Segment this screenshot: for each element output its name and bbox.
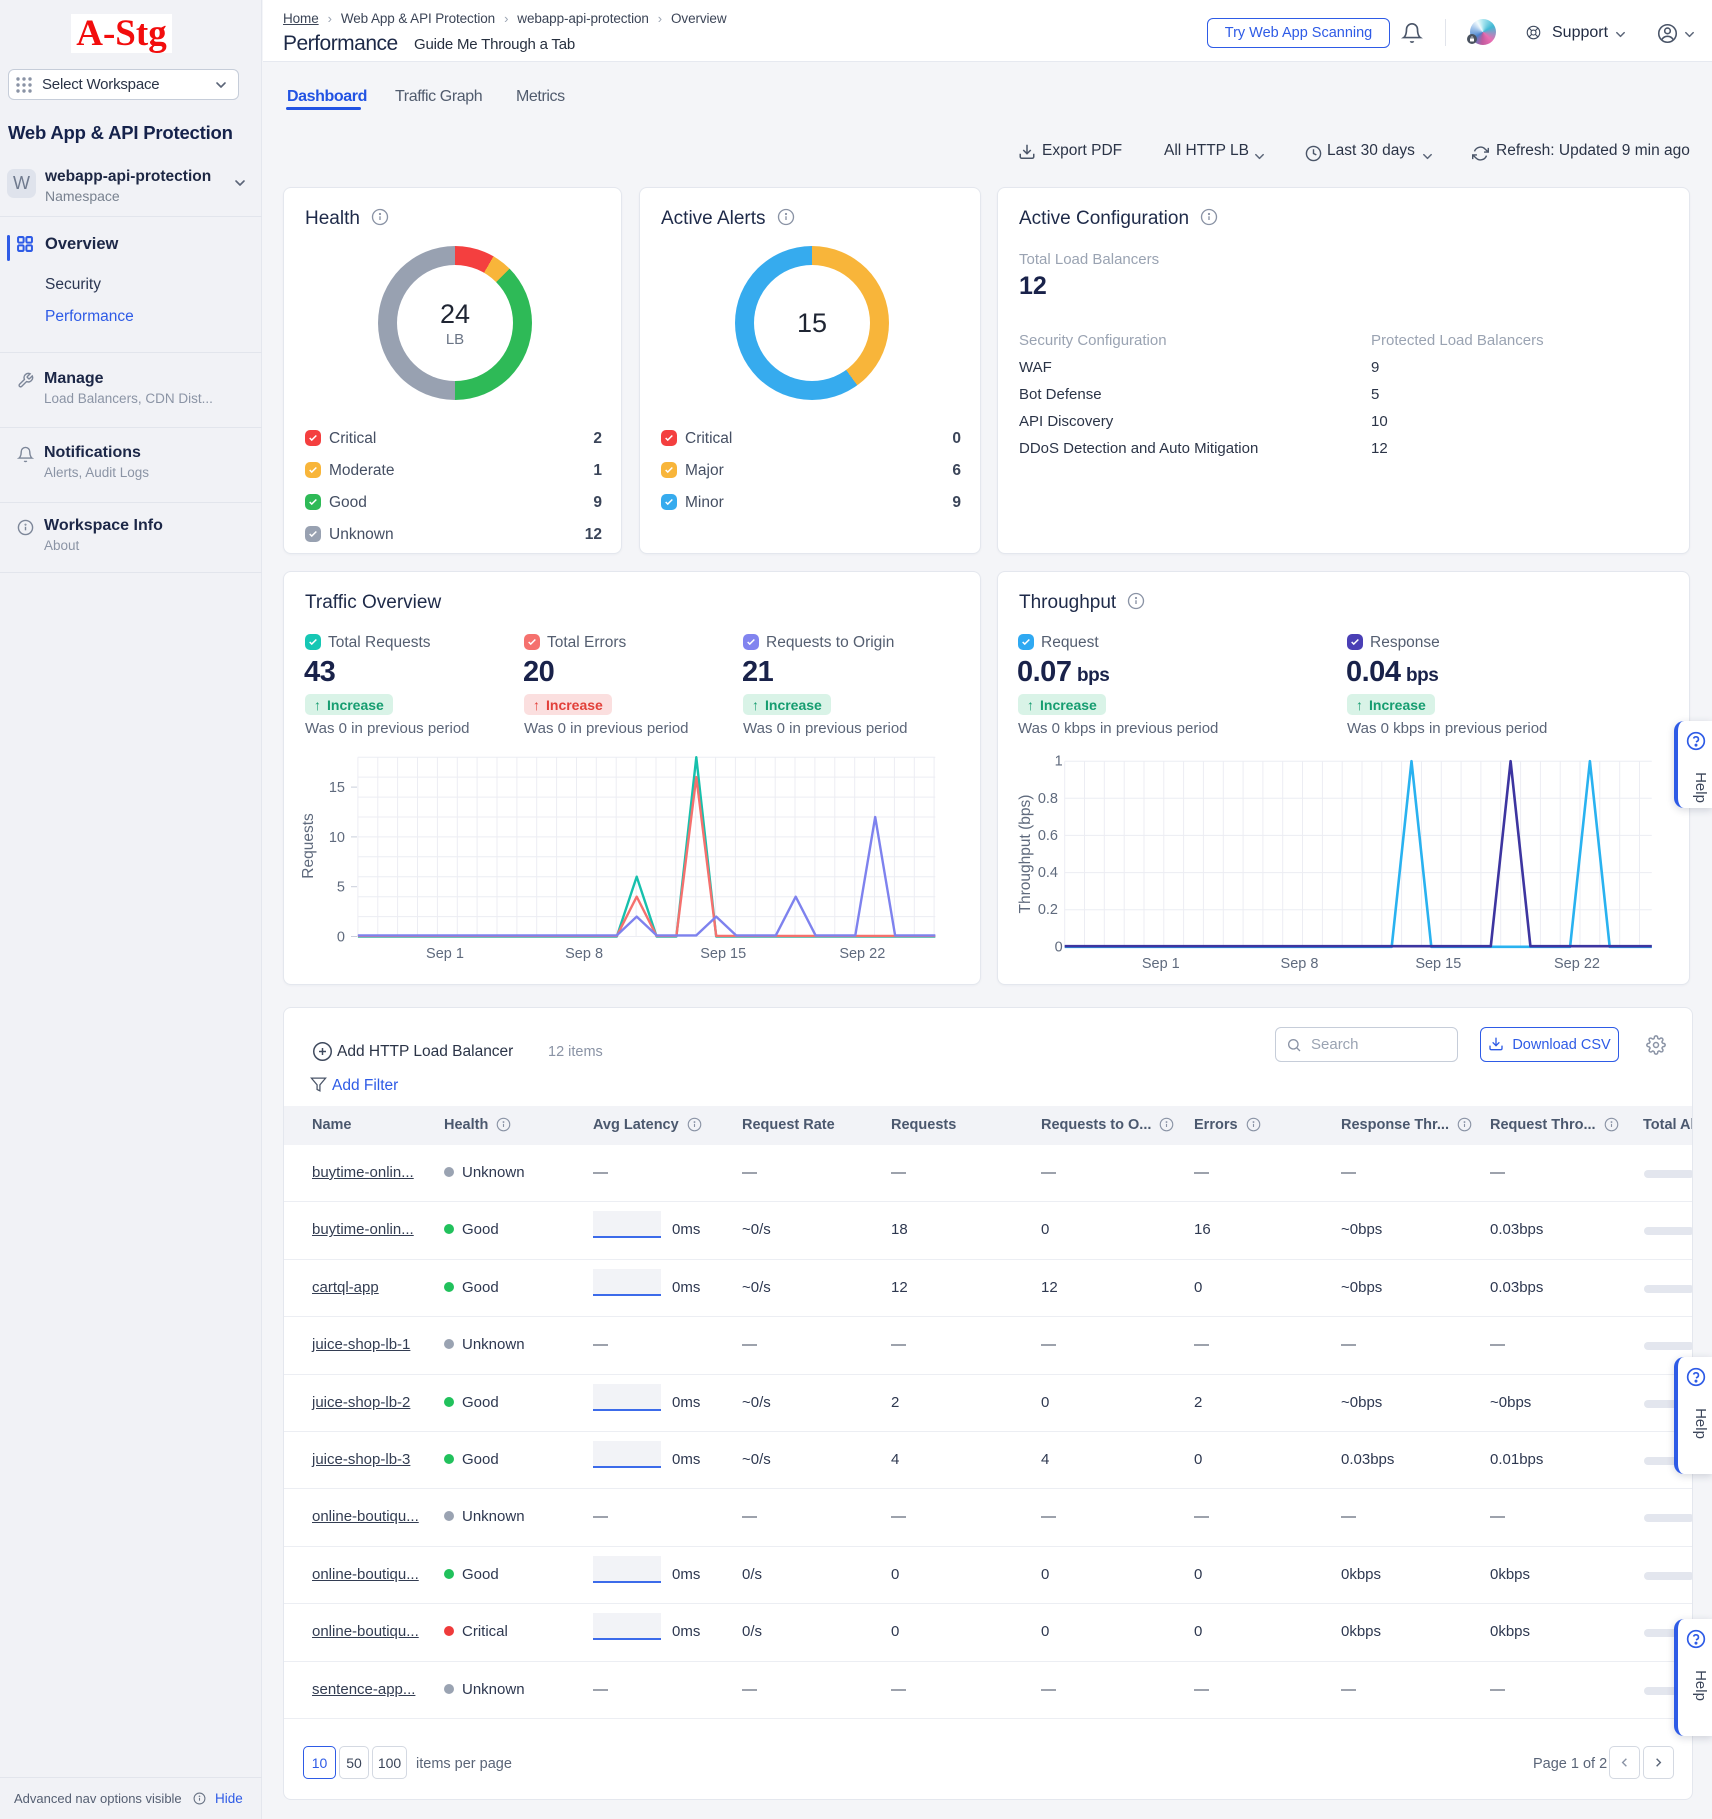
svg-text:Sep 1: Sep 1: [1142, 956, 1180, 972]
svg-text:Sep 22: Sep 22: [839, 946, 885, 962]
svg-text:Sep 22: Sep 22: [1554, 956, 1600, 972]
svg-text:0.8: 0.8: [1038, 791, 1058, 807]
svg-text:Throughput (bps): Throughput (bps): [1017, 795, 1034, 914]
svg-text:0.4: 0.4: [1038, 865, 1058, 881]
svg-text:15: 15: [329, 780, 345, 796]
svg-text:Sep 1: Sep 1: [426, 946, 464, 962]
svg-text:0.6: 0.6: [1038, 828, 1058, 844]
svg-text:Requests: Requests: [300, 813, 317, 879]
svg-text:5: 5: [337, 880, 345, 896]
svg-text:1: 1: [1055, 754, 1063, 770]
svg-text:Sep 8: Sep 8: [565, 946, 603, 962]
svg-text:0.2: 0.2: [1038, 902, 1058, 918]
svg-text:0: 0: [1055, 939, 1063, 955]
svg-text:Sep 15: Sep 15: [700, 946, 746, 962]
svg-text:Sep 8: Sep 8: [1281, 956, 1319, 972]
svg-text:Sep 15: Sep 15: [1415, 956, 1461, 972]
svg-text:10: 10: [329, 830, 345, 846]
svg-text:0: 0: [337, 930, 345, 946]
